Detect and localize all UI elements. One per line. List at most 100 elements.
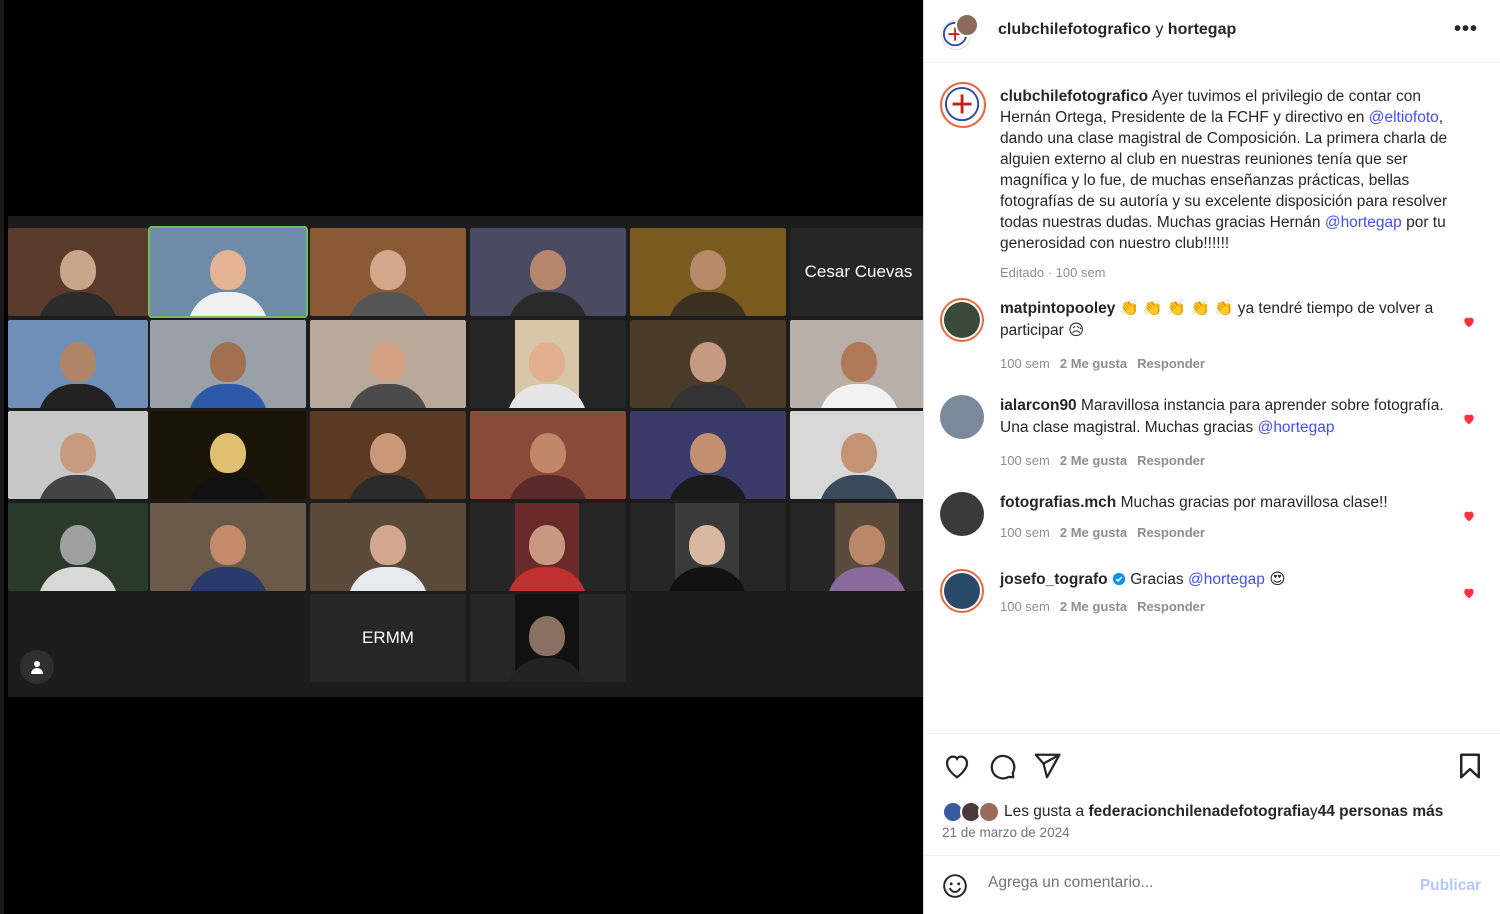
participant-video-tile [470, 594, 626, 682]
participant-body [38, 475, 118, 499]
comment-icon[interactable] [987, 751, 1017, 781]
participant-video-tile [8, 320, 148, 408]
liker-username[interactable]: federacionchilenadefotografia [1088, 803, 1309, 821]
comment-like-heart-icon[interactable] [1462, 509, 1476, 523]
caption-body: , dando una clase magistral de Composici… [1000, 109, 1448, 231]
participant-video-tile [310, 503, 466, 591]
comment-username[interactable]: josefo_tografo [1000, 571, 1108, 588]
user-icon [31, 661, 43, 674]
avatar [978, 801, 1000, 823]
comment-time: 100 sem [1000, 356, 1050, 371]
post-actions: Les gusta a federacionchilenadefotografi… [924, 733, 1500, 855]
post-media[interactable]: Cesar Cuevas ERMM [0, 0, 927, 914]
comment-meta: 100 sem 2 Me gusta Responder [1000, 356, 1205, 371]
more-options-button[interactable]: ••• [1454, 18, 1478, 41]
coauthor-username[interactable]: hortegap [1168, 21, 1236, 38]
author-joiner: y [1150, 21, 1168, 38]
participant-face [370, 433, 406, 473]
comment-likes-link[interactable]: 2 Me gusta [1060, 356, 1127, 371]
mention-link[interactable]: @hortegap [1325, 214, 1402, 231]
participant-body [348, 567, 428, 591]
participant-body [818, 475, 899, 499]
participant-body [188, 567, 268, 591]
comment-like-heart-icon[interactable] [1462, 412, 1476, 426]
reply-button[interactable]: Responder [1137, 356, 1205, 371]
participant-video-tile [148, 226, 308, 318]
comment-text: josefo_tografo Gracias @hortegap 😍 [1000, 569, 1450, 591]
post-header: clubchilefotografico y hortegap ••• [924, 0, 1500, 63]
participant-body [348, 475, 428, 499]
participant-face [529, 616, 565, 656]
participant-name: Cesar Cuevas [804, 262, 913, 281]
avatar[interactable] [940, 298, 984, 342]
avatar[interactable] [955, 13, 979, 37]
participant-face [370, 525, 406, 565]
participant-video-tile [630, 411, 786, 499]
comment-text: fotografias.mch Muchas gracias por marav… [1000, 492, 1450, 514]
participant-video-tile [310, 411, 466, 499]
participant-body [507, 658, 587, 682]
emoji-icon[interactable] [942, 873, 968, 899]
participant-face [210, 342, 246, 382]
mention-link[interactable]: @hortegap [1188, 571, 1265, 588]
tagged-users-button[interactable] [20, 650, 54, 684]
video-call-grid: Cesar Cuevas ERMM [8, 216, 927, 697]
comment-username[interactable]: matpintopooley [1000, 300, 1115, 317]
participant-body [827, 567, 907, 591]
participant-name: ERMM [362, 628, 414, 647]
participant-face [840, 342, 877, 382]
participant-face [210, 250, 246, 290]
comment-likes-link[interactable]: 2 Me gusta [1060, 599, 1127, 614]
participant-name-tile: ERMM [310, 594, 466, 682]
participant-body [188, 475, 268, 499]
participant-body [188, 292, 268, 316]
verified-badge-icon [1108, 571, 1126, 588]
participant-name-tile: Cesar Cuevas [790, 228, 927, 316]
comment-username[interactable]: ialarcon90 [1000, 397, 1077, 414]
mention-link[interactable]: @hortegap [1258, 419, 1335, 436]
comment-time: 100 sem [1000, 453, 1050, 468]
mention-link[interactable]: @eltiofoto [1369, 109, 1439, 126]
participant-face [210, 433, 246, 473]
comment-username[interactable]: fotografias.mch [1000, 494, 1116, 511]
participant-face [529, 525, 565, 565]
participant-video-tile [8, 228, 148, 316]
reply-button[interactable]: Responder [1137, 453, 1205, 468]
publish-button[interactable]: Publicar [1420, 877, 1481, 895]
comment-like-heart-icon[interactable] [1462, 586, 1476, 600]
participant-video-tile [150, 320, 306, 408]
reply-button[interactable]: Responder [1137, 599, 1205, 614]
video-feed [507, 320, 587, 408]
share-icon[interactable] [1032, 751, 1062, 781]
likes-joiner: y [1309, 803, 1318, 820]
participant-face [690, 433, 726, 473]
comment-like-heart-icon[interactable] [1462, 315, 1476, 329]
participant-body [348, 292, 428, 316]
comment-time: 100 sem [1000, 599, 1050, 614]
likes-others-link[interactable]: 44 personas más [1318, 803, 1444, 821]
avatar[interactable] [940, 395, 984, 439]
avatar[interactable] [940, 82, 986, 128]
participant-body [38, 292, 118, 316]
comment-likes-link[interactable]: 2 Me gusta [1060, 525, 1127, 540]
participant-video-tile [630, 503, 786, 591]
liker-avatars[interactable] [942, 801, 1002, 823]
heart-icon[interactable] [942, 751, 972, 781]
participant-face [60, 250, 96, 290]
participant-body [38, 384, 118, 408]
video-feed [667, 503, 747, 591]
participant-video-tile [470, 228, 626, 316]
comment-input[interactable] [988, 874, 1388, 892]
reply-button[interactable]: Responder [1137, 525, 1205, 540]
video-feed [507, 594, 587, 682]
comment-meta: 100 sem 2 Me gusta Responder [1000, 525, 1205, 540]
caption-username[interactable]: clubchilefotografico [1000, 88, 1148, 105]
participant-face [60, 342, 96, 382]
avatar[interactable] [940, 569, 984, 613]
bookmark-icon[interactable] [1455, 751, 1485, 781]
comment-likes-link[interactable]: 2 Me gusta [1060, 453, 1127, 468]
participant-video-tile [790, 503, 927, 591]
author-username[interactable]: clubchilefotografico [998, 21, 1151, 38]
likes-prefix: Les gusta a [1004, 803, 1085, 820]
avatar[interactable] [940, 492, 984, 536]
